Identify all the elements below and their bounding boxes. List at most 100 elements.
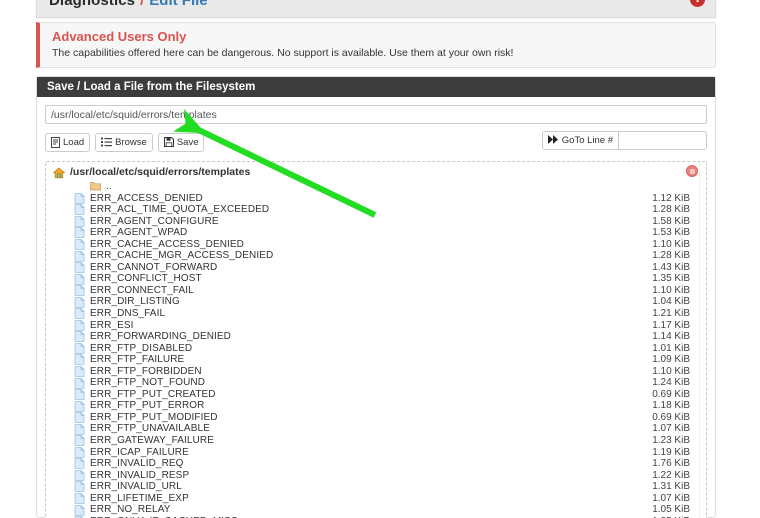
file-name: ERR_CACHE_MGR_ACCESS_DENIED (90, 250, 652, 262)
file-icon (74, 435, 85, 446)
breadcrumb-current[interactable]: Edit File (149, 0, 207, 9)
list-item[interactable]: ERR_INVALID_REQ1.76 KiB (46, 458, 706, 470)
file-name: ERR_DIR_LISTING (90, 296, 652, 308)
help-circle-icon[interactable]: i (690, 0, 705, 7)
file-size: 1.05 KiB (652, 504, 690, 516)
file-name: ERR_ESI (90, 320, 652, 332)
file-name: ERR_CONFLICT_HOST (90, 273, 652, 285)
file-name: .. (106, 181, 690, 193)
file-name: ERR_CONNECT_FAIL (90, 285, 652, 297)
file-size: 1.23 KiB (652, 435, 690, 447)
list-item[interactable]: ERR_DIR_LISTING1.04 KiB (46, 296, 706, 308)
list-item[interactable]: ERR_NO_RELAY1.05 KiB (46, 504, 706, 516)
list-item[interactable]: ERR_AGENT_CONFIGURE1.58 KiB (46, 216, 706, 228)
list-item-parent[interactable]: .. (46, 181, 706, 193)
breadcrumb-separator: / (140, 0, 144, 9)
list-item[interactable]: ERR_CONNECT_FAIL1.10 KiB (46, 285, 706, 297)
file-size: 1.04 KiB (652, 296, 690, 308)
load-button[interactable]: Load (45, 133, 90, 152)
list-item[interactable]: ERR_FTP_NOT_FOUND1.24 KiB (46, 377, 706, 389)
file-icon (74, 262, 85, 273)
save-button[interactable]: Save (158, 133, 205, 152)
list-item[interactable]: ERR_FTP_FAILURE1.09 KiB (46, 354, 706, 366)
file-icon (74, 366, 85, 377)
list-item[interactable]: ERR_INVALID_URL1.31 KiB (46, 481, 706, 493)
list-item[interactable]: ERR_ICAP_FAILURE1.19 KiB (46, 447, 706, 459)
list-item[interactable]: ERR_CONFLICT_HOST1.35 KiB (46, 273, 706, 285)
file-icon (74, 285, 85, 296)
file-icon (74, 343, 85, 354)
list-item[interactable]: ERR_LIFETIME_EXP1.07 KiB (46, 493, 706, 505)
file-icon (74, 320, 85, 331)
file-size: 1.01 KiB (652, 343, 690, 355)
panel-title: Save / Load a File from the Filesystem (47, 81, 255, 93)
file-name: ERR_FTP_PUT_ERROR (90, 400, 652, 412)
file-icon (74, 274, 85, 285)
file-size: 1.43 KiB (652, 262, 690, 274)
file-icon (74, 458, 85, 469)
file-size: 1.22 KiB (652, 470, 690, 482)
file-path-input[interactable] (45, 105, 707, 124)
list-item[interactable]: ERR_FORWARDING_DENIED1.14 KiB (46, 331, 706, 343)
list-item[interactable]: ERR_FTP_FORBIDDEN1.10 KiB (46, 366, 706, 378)
file-size: 1.18 KiB (652, 400, 690, 412)
list-item[interactable]: ERR_CACHE_MGR_ACCESS_DENIED1.28 KiB (46, 250, 706, 262)
file-icon (74, 297, 85, 308)
file-size: 1.12 KiB (652, 193, 690, 205)
list-item[interactable]: ERR_FTP_PUT_ERROR1.18 KiB (46, 400, 706, 412)
file-size: 1.19 KiB (652, 447, 690, 459)
file-size: 1.24 KiB (652, 377, 690, 389)
file-icon (74, 412, 85, 423)
file-name: ERR_ICAP_FAILURE (90, 447, 652, 459)
page-root: Diagnostics / Edit File i Advanced Users… (0, 0, 760, 518)
panel-body: Load Browse (37, 97, 715, 518)
file-name: ERR_FORWARDING_DENIED (90, 331, 652, 343)
goto-line-input[interactable] (619, 131, 707, 150)
list-item[interactable]: ERR_CANNOT_FORWARD1.43 KiB (46, 262, 706, 274)
list-item[interactable]: ERR_FTP_PUT_MODIFIED0.69 KiB (46, 412, 706, 424)
list-item[interactable]: ERR_CACHE_ACCESS_DENIED1.10 KiB (46, 239, 706, 251)
close-circle-icon[interactable] (686, 165, 698, 177)
list-item[interactable]: ERR_FTP_UNAVAILABLE1.07 KiB (46, 423, 706, 435)
file-size: 1.53 KiB (652, 227, 690, 239)
file-size: 1.07 KiB (652, 423, 690, 435)
file-name: ERR_DNS_FAIL (90, 308, 652, 320)
home-icon[interactable] (53, 166, 65, 178)
file-icon (74, 354, 85, 365)
file-icon (74, 331, 85, 342)
list-item[interactable]: ERR_GATEWAY_FAILURE1.23 KiB (46, 435, 706, 447)
file-name: ERR_GATEWAY_FAILURE (90, 435, 652, 447)
file-icon (74, 447, 85, 458)
list-item[interactable]: ERR_ACCESS_DENIED1.12 KiB (46, 193, 706, 205)
list-item[interactable]: ERR_FTP_DISABLED1.01 KiB (46, 343, 706, 355)
file-icon (74, 308, 85, 319)
file-name: ERR_FTP_FAILURE (90, 354, 652, 366)
file-size: 1.10 KiB (652, 285, 690, 297)
file-size: 0.69 KiB (652, 412, 690, 424)
file-browser-path: /usr/local/etc/squid/errors/templates (70, 166, 250, 178)
alert-message: The capabilities offered here can be dan… (52, 47, 703, 60)
file-icon (74, 204, 85, 215)
file-name: ERR_FTP_NOT_FOUND (90, 377, 652, 389)
file-size: 0.69 KiB (652, 389, 690, 401)
browse-button[interactable]: Browse (95, 133, 153, 152)
goto-line-button[interactable]: GoTo Line # (542, 131, 619, 150)
list-item[interactable]: ERR_ACL_TIME_QUOTA_EXCEEDED1.28 KiB (46, 204, 706, 216)
file-icon (74, 424, 85, 435)
file-size: 1.35 KiB (652, 273, 690, 285)
list-item[interactable]: ERR_AGENT_WPAD1.53 KiB (46, 227, 706, 239)
file-name: ERR_LIFETIME_EXP (90, 493, 652, 505)
goto-line-label: GoTo Line # (562, 135, 613, 146)
list-item[interactable]: ERR_DNS_FAIL1.21 KiB (46, 308, 706, 320)
file-icon (74, 470, 85, 481)
file-size: 1.28 KiB (652, 204, 690, 216)
file-icon (74, 193, 85, 204)
list-item[interactable]: ERR_INVALID_RESP1.22 KiB (46, 470, 706, 482)
folder-up-icon (90, 181, 101, 192)
list-item[interactable]: ERR_FTP_PUT_CREATED0.69 KiB (46, 389, 706, 401)
file-toolbar: Load Browse (45, 131, 707, 153)
file-size: 1.10 KiB (652, 366, 690, 378)
file-icon (74, 389, 85, 400)
list-item[interactable]: ERR_ESI1.17 KiB (46, 320, 706, 332)
file-list-scrollbar[interactable] (699, 162, 706, 518)
